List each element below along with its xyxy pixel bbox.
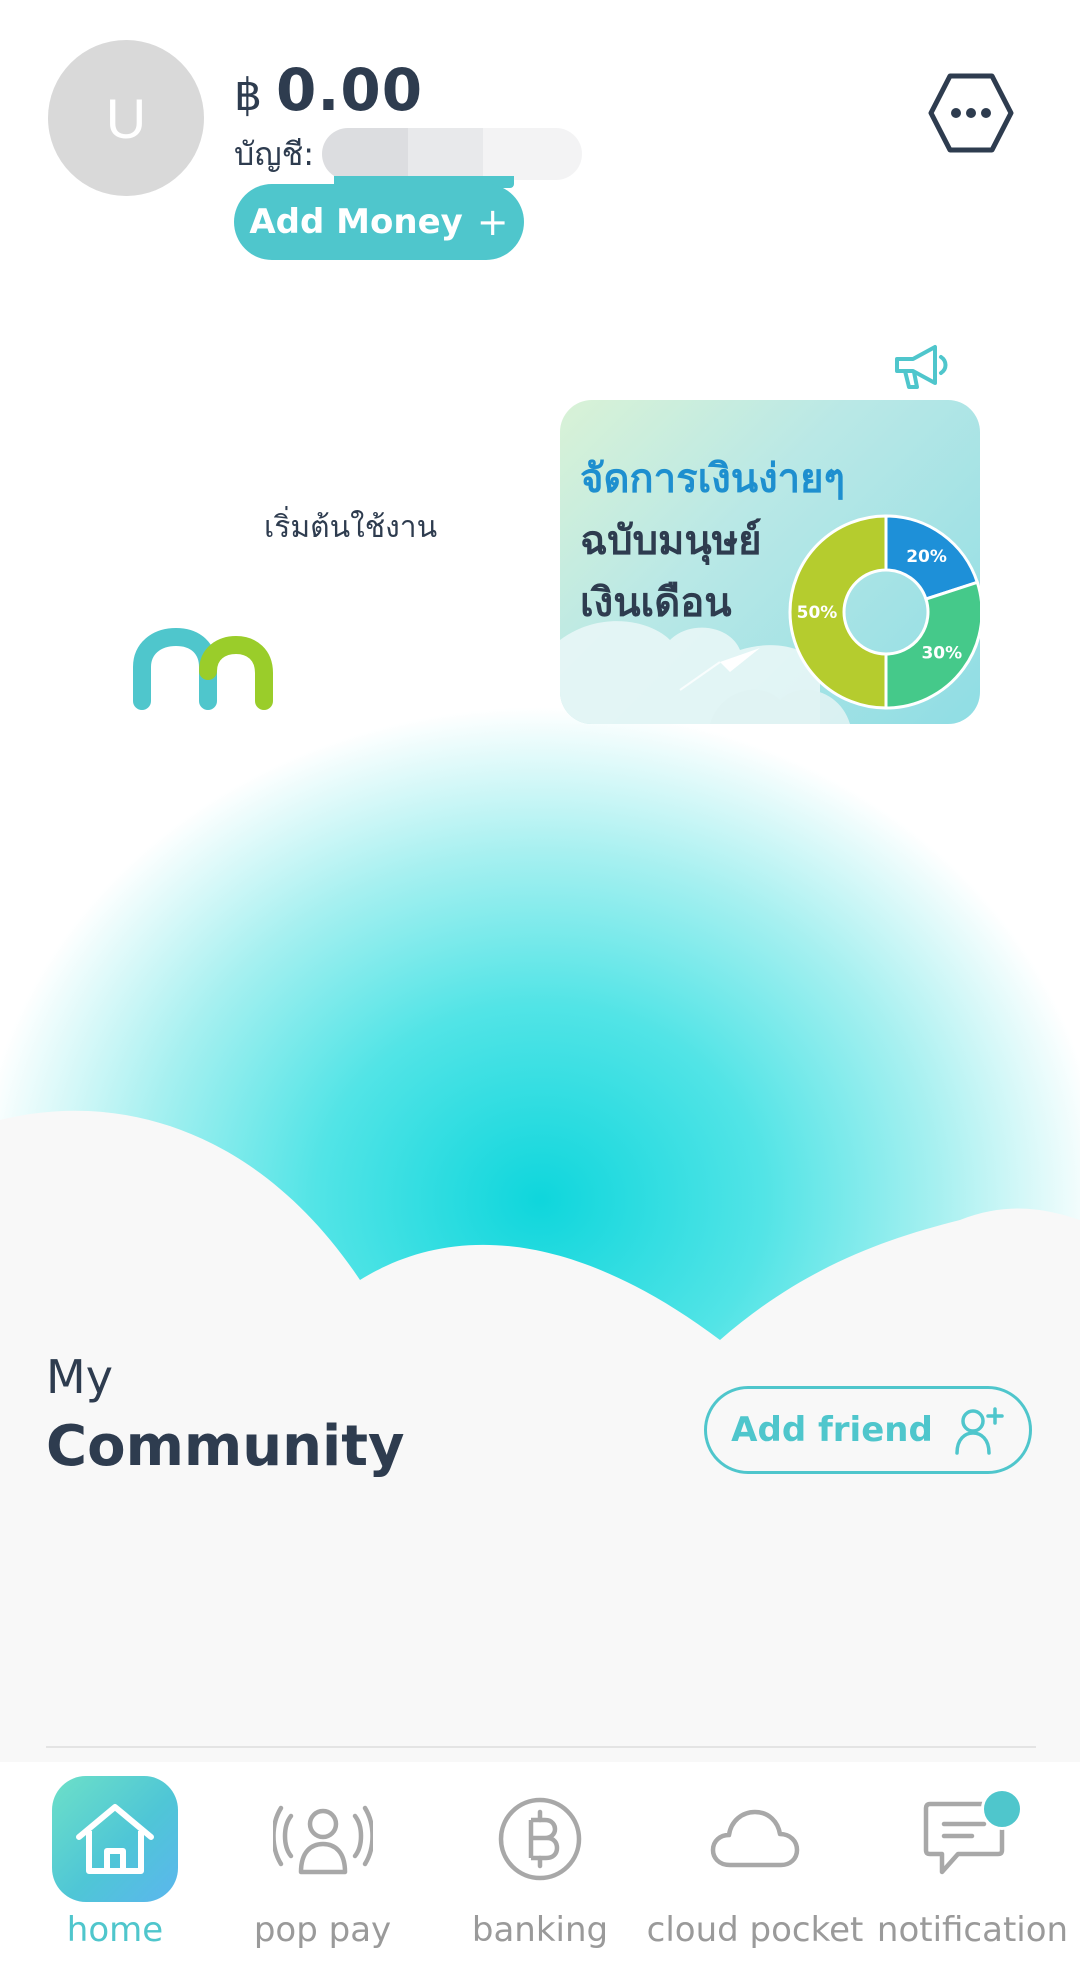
nav-notification[interactable]: notification — [865, 1762, 1080, 1966]
nav-home-label: home — [66, 1910, 164, 1950]
donut-label-2: 50% — [797, 603, 838, 623]
promo-subline-1: ฉบับมนุษย์ — [580, 518, 762, 564]
bottom-navigation: home pop pay banking cloud pocket notifi… — [0, 1762, 1080, 1966]
nav-cloud-pocket-label: cloud pocket — [646, 1910, 864, 1950]
add-money-button[interactable]: Add Money + — [234, 184, 524, 260]
get-started-label: เริ่มต้นใช้งาน — [264, 509, 438, 545]
mascot-logo[interactable] — [100, 566, 306, 772]
pop-pay-icon-wrap — [260, 1776, 386, 1902]
add-friend-button[interactable]: Add friend — [704, 1386, 1032, 1474]
account-number-redacted — [322, 128, 583, 188]
promo-subline-2: เงินเดือน — [580, 580, 732, 626]
community-prefix: My — [46, 1350, 113, 1404]
add-person-icon — [955, 1407, 1004, 1455]
nav-home[interactable]: home — [0, 1762, 230, 1966]
baht-icon-wrap — [477, 1776, 603, 1902]
megaphone-icon — [895, 345, 948, 389]
add-friend-label: Add friend — [731, 1410, 933, 1450]
app-screen: U ฿ 0.00 บัญชี: Add Money + 20% 30% 50% … — [0, 0, 1080, 1966]
add-money-label: Add Money — [249, 202, 463, 242]
get-started-bubble[interactable]: เริ่มต้นใช้งาน — [250, 492, 520, 562]
cloud-divider — [0, 1110, 1080, 1410]
community-title: Community — [46, 1414, 405, 1479]
brand-m-logo-icon — [133, 627, 273, 710]
account-row: บัญชี: — [234, 128, 583, 188]
promo-banner[interactable]: 20% 30% 50% จัดการเงินง่ายๆ ฉบับมนุษย์ เงิ… — [560, 400, 980, 724]
nav-banking[interactable]: banking — [415, 1762, 665, 1966]
account-label: บัญชี: — [234, 134, 315, 173]
avatar-initial: U — [105, 86, 147, 150]
section-divider — [46, 1746, 1036, 1748]
donut-label-1: 30% — [921, 644, 962, 664]
nav-pop-pay-label: pop pay — [253, 1910, 392, 1950]
cloud-icon-wrap — [692, 1776, 818, 1902]
home-icon — [76, 1804, 154, 1874]
donut-label-0: 20% — [906, 547, 947, 567]
avatar[interactable]: U — [48, 40, 204, 196]
nav-cloud-pocket[interactable]: cloud pocket — [645, 1762, 865, 1966]
donut-chart: 20% 30% 50% — [788, 514, 980, 710]
notification-badge-dot — [981, 1788, 1023, 1830]
home-icon-wrap — [52, 1776, 178, 1902]
balance-amount: 0.00 — [276, 56, 424, 124]
nav-notification-label: notification — [876, 1910, 1069, 1950]
cloud-icon — [710, 1809, 800, 1868]
more-menu-button[interactable] — [928, 70, 1014, 156]
baht-icon — [498, 1797, 582, 1881]
currency-symbol: ฿ — [234, 70, 262, 121]
balance-display: ฿ 0.00 — [234, 56, 423, 124]
plus-icon: + — [476, 200, 509, 244]
more-hexagon-icon — [928, 73, 1014, 153]
nav-banking-label: banking — [471, 1910, 609, 1950]
promo-headline: จัดการเงินง่ายๆ — [580, 456, 846, 502]
home-active-background — [52, 1776, 178, 1902]
nav-pop-pay[interactable]: pop pay — [230, 1762, 415, 1966]
pop-pay-icon — [273, 1805, 373, 1875]
